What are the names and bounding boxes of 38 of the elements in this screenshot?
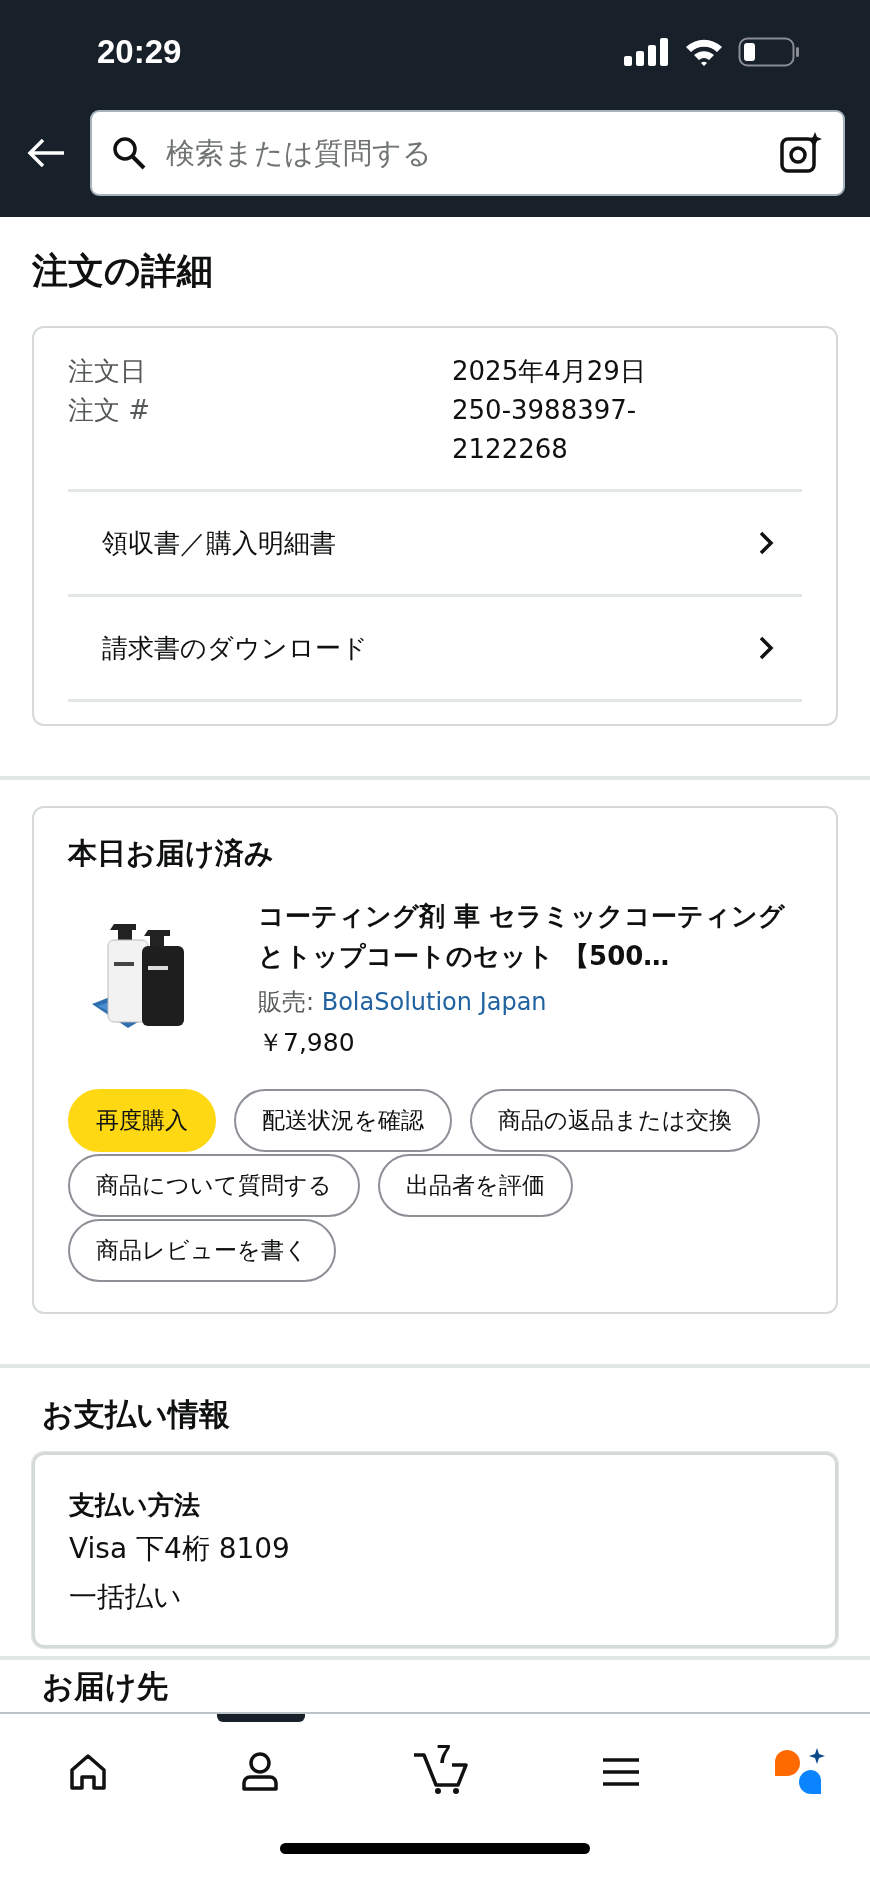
person-icon[interactable] — [239, 1751, 280, 1793]
wifi-icon — [684, 37, 724, 67]
payment-heading: お支払い情報 — [42, 1395, 231, 1434]
back-arrow-icon[interactable] — [26, 137, 66, 169]
field-label: 注文日 — [68, 355, 147, 388]
payment-detail: Visa 下4桁 8109 — [69, 1531, 291, 1567]
payment-method-label: 支払い方法 — [69, 1489, 201, 1522]
action-button[interactable]: 商品の返品または交換 — [470, 1089, 760, 1152]
seller-link[interactable]: BolaSolution Japan — [321, 988, 547, 1016]
status-time: 20:29 — [97, 33, 182, 71]
chevron-right-icon — [758, 635, 774, 661]
search-icon — [112, 136, 146, 170]
seller-line: 販売: BolaSolution Japan — [258, 987, 548, 1018]
product-price: ￥7,980 — [258, 1027, 356, 1059]
payment-detail: 一括払い — [69, 1579, 183, 1615]
camera-icon[interactable] — [779, 131, 823, 175]
field-label: 注文 # — [68, 394, 152, 427]
search-bar[interactable]: 検索または質問する — [90, 110, 845, 196]
action-button[interactable]: 出品者を評価 — [378, 1154, 573, 1217]
field-value: 250-3988397- 2122268 — [452, 394, 638, 466]
signal-icon — [624, 38, 670, 66]
delivery-heading: 本日お届け済み — [68, 835, 275, 872]
chevron-right-icon — [758, 530, 774, 556]
action-button[interactable]: 商品について質問する — [68, 1154, 360, 1217]
field-value: 2025年4月29日 — [452, 355, 647, 388]
document-link[interactable]: 領収書／購入明細書 — [68, 489, 802, 594]
product-title[interactable]: コーティング剤 車 セラミックコーティングとトップコートのセット 【500… — [258, 896, 804, 976]
action-button[interactable]: 配送状況を確認 — [234, 1089, 452, 1152]
menu-icon[interactable] — [601, 1757, 642, 1787]
section-heading: お届け先 — [42, 1668, 169, 1704]
action-button[interactable]: 再度購入 — [68, 1089, 216, 1152]
home-icon[interactable] — [68, 1752, 108, 1792]
document-link[interactable]: 請求書のダウンロード — [68, 594, 802, 702]
action-button[interactable]: 商品レビューを書く — [68, 1219, 336, 1282]
battery-icon — [738, 37, 800, 67]
page-title: 注文の詳細 — [32, 249, 214, 293]
chat-bubbles-icon[interactable] — [773, 1748, 825, 1796]
search-field[interactable]: 検索または質問する — [164, 135, 761, 171]
